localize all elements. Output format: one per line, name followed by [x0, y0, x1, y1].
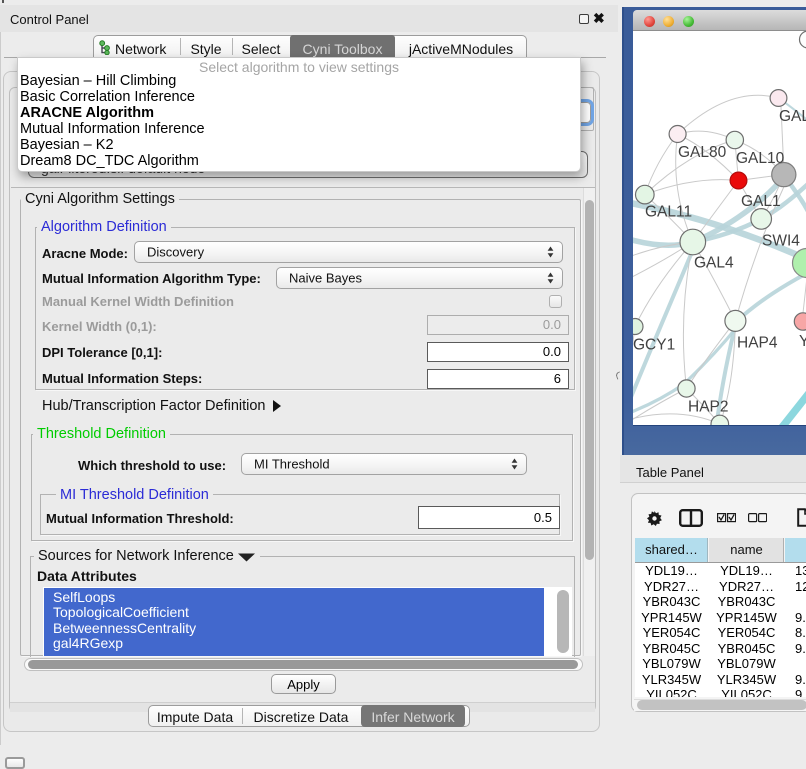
svg-text:GAL80: GAL80: [678, 144, 727, 161]
svg-text:GAL11: GAL11: [645, 204, 692, 221]
svg-text:SWI4: SWI4: [762, 233, 800, 250]
svg-text:GAL1: GAL1: [741, 193, 781, 210]
svg-text:HAP4: HAP4: [737, 335, 778, 352]
svg-text:GAL10: GAL10: [736, 150, 785, 167]
svg-text:GAL7: GAL7: [779, 108, 806, 125]
svg-text:YJ: YJ: [799, 333, 806, 350]
svg-text:GAL4: GAL4: [694, 255, 734, 272]
svg-text:GCY1: GCY1: [633, 337, 675, 354]
svg-text:HAP2: HAP2: [688, 399, 729, 416]
